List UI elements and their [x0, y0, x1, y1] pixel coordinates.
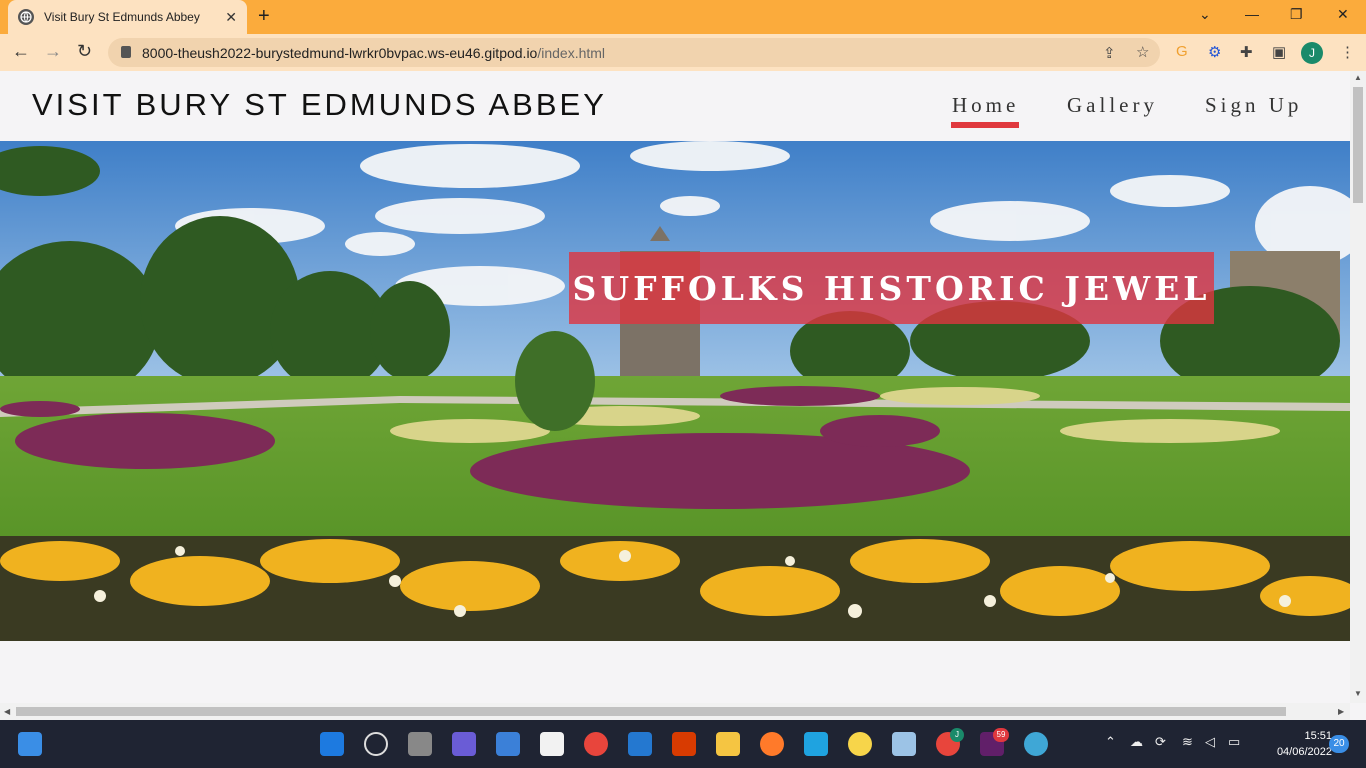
system-clock[interactable]: 15:51 04/06/2022 [1254, 728, 1332, 760]
close-tab-icon[interactable]: ✕ [225, 9, 237, 26]
browser-toolbar: ← → ↻ 8000-theush2022-burystedmund-lwrkr… [0, 34, 1366, 71]
notification-count-badge[interactable]: 20 [1329, 735, 1349, 753]
scroll-up-icon[interactable]: ▲ [1354, 73, 1362, 82]
star-icon[interactable]: ☆ [1136, 43, 1149, 61]
vertical-scrollbar[interactable]: ▲ ▼ [1350, 71, 1366, 703]
site-title[interactable]: VISIT BURY ST EDMUNDS ABBEY [32, 87, 607, 123]
reload-icon[interactable]: ↻ [77, 41, 92, 62]
lock-icon [121, 46, 131, 58]
close-window-icon[interactable]: ✕ [1337, 6, 1349, 23]
search-icon[interactable] [364, 732, 388, 756]
grammarly-extension-icon[interactable]: G [1176, 43, 1188, 60]
address-bar[interactable]: 8000-theush2022-burystedmund-lwrkr0bvpac… [108, 38, 1160, 67]
battery-icon[interactable]: ▭ [1228, 734, 1240, 750]
chevron-down-icon[interactable]: ⌄ [1199, 6, 1211, 23]
chrome-taskbar-icon[interactable] [584, 732, 608, 756]
hero-section: SUFFOLKS HISTORIC JEWEL [0, 141, 1350, 641]
globe-icon [18, 9, 34, 25]
wifi-icon[interactable]: ≋ [1182, 734, 1193, 750]
chevron-up-icon[interactable]: ⌃ [1105, 734, 1116, 750]
office-icon[interactable] [672, 732, 696, 756]
web-page: VISIT BURY ST EDMUNDS ABBEY Home Gallery… [0, 71, 1350, 703]
site-header: VISIT BURY ST EDMUNDS ABBEY Home Gallery… [0, 71, 1350, 141]
vertical-scroll-thumb[interactable] [1353, 87, 1363, 203]
minimize-icon[interactable]: — [1245, 6, 1259, 22]
nav-home-link[interactable]: Home [952, 93, 1019, 118]
share-icon[interactable]: ⇪ [1103, 44, 1116, 62]
skype-icon[interactable] [804, 732, 828, 756]
volume-icon[interactable]: ◁ [1205, 734, 1215, 750]
widgets-icon[interactable] [18, 732, 42, 756]
scroll-left-icon[interactable]: ◀ [4, 707, 10, 716]
side-panel-icon[interactable]: ▣ [1272, 43, 1286, 61]
chrome-profile-badge: J [950, 728, 964, 742]
back-icon[interactable]: ← [12, 41, 30, 62]
nav-signup-link[interactable]: Sign Up [1205, 93, 1302, 118]
clock-time: 15:51 [1304, 730, 1332, 742]
hero-heading: SUFFOLKS HISTORIC JEWEL [572, 268, 1211, 308]
puzzle-icon[interactable]: ✚ [1240, 43, 1253, 61]
nav-active-indicator [951, 122, 1019, 128]
slack-badge: 59 [993, 728, 1009, 742]
tab-title: Visit Bury St Edmunds Abbey [44, 10, 200, 24]
new-tab-icon[interactable]: + [258, 5, 270, 28]
photos-icon[interactable] [892, 732, 916, 756]
windows-taskbar: J 59 ⌃ ☁ ⟳ ≋ ◁ ▭ 15:51 04/06/2022 20 [0, 720, 1366, 768]
forward-icon[interactable]: → [44, 41, 62, 62]
browser-tab[interactable]: Visit Bury St Edmunds Abbey ✕ [8, 0, 247, 34]
url-path: /index.html [537, 44, 606, 61]
extension-icon[interactable]: ⚙ [1208, 43, 1221, 61]
url-host: 8000-theush2022-burystedmund-lwrkr0bvpac… [142, 44, 538, 61]
emoji-app-icon[interactable] [848, 732, 872, 756]
windows-start-icon[interactable] [320, 732, 344, 756]
profile-avatar[interactable]: J [1301, 42, 1323, 64]
horizontal-scrollbar[interactable]: ◀ ▶ [0, 703, 1350, 720]
sync-icon[interactable]: ⟳ [1155, 734, 1166, 750]
hero-garden-image [0, 141, 1350, 641]
notepad-icon[interactable] [496, 732, 520, 756]
nav-gallery-link[interactable]: Gallery [1067, 93, 1158, 118]
teams-chat-icon[interactable] [452, 732, 476, 756]
file-explorer-icon[interactable] [716, 732, 740, 756]
store-icon[interactable] [540, 732, 564, 756]
cloud-icon[interactable]: ☁ [1130, 734, 1143, 750]
restore-icon[interactable]: ❐ [1290, 6, 1303, 23]
scroll-right-icon[interactable]: ▶ [1338, 707, 1344, 716]
browser-app-icon[interactable] [1024, 732, 1048, 756]
clock-date: 04/06/2022 [1276, 746, 1332, 758]
firefox-icon[interactable] [760, 732, 784, 756]
hero-heading-banner: SUFFOLKS HISTORIC JEWEL [569, 252, 1214, 324]
menu-icon[interactable]: ⋮ [1340, 43, 1355, 61]
task-view-icon[interactable] [408, 732, 432, 756]
scroll-down-icon[interactable]: ▼ [1354, 689, 1362, 698]
horizontal-scroll-thumb[interactable] [16, 707, 1286, 716]
mail-icon[interactable] [628, 732, 652, 756]
browser-tab-bar: Visit Bury St Edmunds Abbey ✕ + ⌄ — ❐ ✕ [0, 0, 1366, 34]
